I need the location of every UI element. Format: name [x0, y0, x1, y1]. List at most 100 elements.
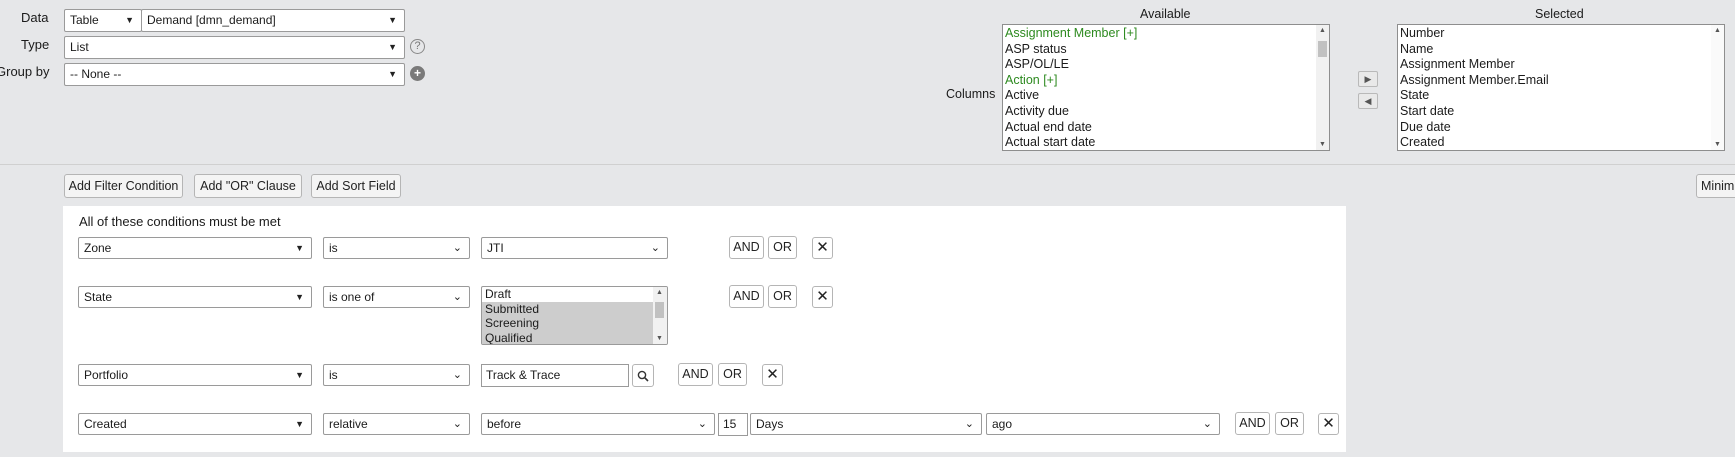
list-item[interactable]: ASP/OL/LE [1003, 57, 1329, 73]
list-item[interactable]: Actual end date [1003, 120, 1329, 136]
help-icon[interactable]: ? [410, 39, 425, 54]
list-item[interactable]: State [1398, 88, 1724, 104]
condition-field-select[interactable]: State ▼ [78, 286, 312, 308]
condition-field-value: Portfolio [84, 368, 129, 382]
lookup-button[interactable] [632, 364, 654, 387]
condition-operator-select[interactable]: is ⌄ [323, 364, 470, 386]
scroll-up-icon[interactable]: ▲ [1711, 27, 1724, 34]
and-button[interactable]: AND [1235, 412, 1270, 435]
relative-unit-select[interactable]: Days ⌄ [750, 413, 982, 435]
chevron-down-icon: ▼ [295, 292, 304, 302]
or-button[interactable]: OR [768, 236, 797, 259]
condition-field-select[interactable]: Portfolio ▼ [78, 364, 312, 386]
scroll-up-icon[interactable]: ▲ [653, 289, 666, 296]
scroll-thumb[interactable] [655, 302, 664, 318]
condition-field-select[interactable]: Zone ▼ [78, 237, 312, 259]
chevron-down-icon: ▼ [388, 69, 397, 79]
move-right-button[interactable]: ▶ [1358, 71, 1378, 87]
or-button[interactable]: OR [718, 363, 747, 386]
chevron-down-icon: ⌄ [452, 291, 462, 303]
list-item[interactable]: Active [1003, 88, 1329, 104]
data-table-select[interactable]: Demand [dmn_demand] ▼ [141, 9, 405, 32]
and-button[interactable]: AND [729, 236, 764, 259]
condition-operator-select[interactable]: is one of ⌄ [323, 286, 470, 308]
add-filter-condition-button[interactable]: Add Filter Condition [64, 174, 183, 198]
list-item[interactable]: Action [+] [1003, 73, 1329, 89]
chevron-down-icon: ⌄ [697, 418, 707, 430]
or-button[interactable]: OR [1275, 412, 1304, 435]
condition-operator-value: is [329, 241, 338, 255]
groupby-select[interactable]: -- None -- ▼ [64, 63, 405, 86]
list-item[interactable]: Start date [1398, 104, 1724, 120]
and-button[interactable]: AND [678, 363, 713, 386]
section-divider [0, 164, 1735, 165]
columns-label: Columns [946, 87, 996, 101]
list-item[interactable]: Screening [482, 316, 667, 331]
chevron-down-icon: ▼ [295, 419, 304, 429]
list-item[interactable]: Number [1398, 26, 1724, 42]
close-icon[interactable]: ✕ [762, 364, 783, 386]
scrollbar[interactable]: ▲ ▼ [1316, 25, 1329, 150]
scroll-up-icon[interactable]: ▲ [1316, 27, 1329, 34]
groupby-value: -- None -- [70, 67, 122, 81]
and-button[interactable]: AND [729, 285, 764, 308]
selected-heading: Selected [1535, 7, 1584, 21]
list-item[interactable]: Draft [482, 287, 667, 302]
list-item[interactable]: Name [1398, 42, 1724, 58]
add-sort-field-button[interactable]: Add Sort Field [311, 174, 401, 198]
reference-value-input[interactable]: Track & Trace [481, 364, 629, 387]
condition-value-select[interactable]: JTI ⌄ [481, 237, 668, 259]
list-item[interactable]: Assignment Member.Email [1398, 73, 1724, 89]
relative-direction-select[interactable]: before ⌄ [481, 413, 715, 435]
relative-direction-value: before [487, 417, 522, 431]
list-item[interactable]: Assignment Member [+] [1003, 26, 1329, 42]
list-item[interactable]: Qualified [482, 330, 667, 344]
state-multiselect[interactable]: Draft Submitted Screening Qualified ▲ ▼ [481, 286, 668, 345]
list-item[interactable]: Due date [1398, 120, 1724, 136]
list-item[interactable]: Actual start date [1003, 135, 1329, 150]
data-source-select[interactable]: Table ▼ [64, 9, 142, 32]
condition-field-select[interactable]: Created ▼ [78, 413, 312, 435]
available-heading: Available [1140, 7, 1191, 21]
scroll-down-icon[interactable]: ▼ [653, 335, 666, 342]
list-item[interactable]: Activity due [1003, 104, 1329, 120]
close-icon[interactable]: ✕ [812, 237, 833, 259]
condition-field-value: State [84, 290, 113, 304]
scroll-down-icon[interactable]: ▼ [1316, 141, 1329, 148]
type-label: Type [21, 37, 50, 52]
chevron-down-icon: ▼ [388, 42, 397, 52]
groupby-label: Group by [0, 64, 50, 79]
scrollbar[interactable]: ▲ ▼ [1711, 25, 1724, 150]
add-group-icon[interactable]: + [410, 66, 425, 81]
move-left-button[interactable]: ◀ [1358, 93, 1378, 109]
list-item[interactable]: Created [1398, 135, 1724, 150]
condition-operator-value: relative [329, 417, 368, 431]
chevron-down-icon: ▼ [125, 15, 134, 25]
chevron-down-icon: ▼ [295, 243, 304, 253]
condition-operator-select[interactable]: is ⌄ [323, 237, 470, 259]
scroll-thumb[interactable] [1318, 41, 1327, 57]
add-or-clause-button[interactable]: Add "OR" Clause [194, 174, 302, 198]
relative-suffix-value: ago [992, 417, 1013, 431]
type-select[interactable]: List ▼ [64, 36, 405, 59]
condition-operator-select[interactable]: relative ⌄ [323, 413, 470, 435]
condition-value: JTI [487, 241, 504, 255]
available-columns-list[interactable]: Assignment Member [+] ASP status ASP/OL/LE… [1002, 24, 1330, 151]
chevron-down-icon: ⌄ [452, 418, 462, 430]
condition-operator-value: is [329, 368, 338, 382]
close-icon[interactable]: ✕ [1318, 413, 1339, 435]
list-item[interactable]: ASP status [1003, 42, 1329, 58]
condition-operator-value: is one of [329, 290, 375, 304]
list-item[interactable]: Assignment Member [1398, 57, 1724, 73]
relative-suffix-select[interactable]: ago ⌄ [986, 413, 1220, 435]
or-button[interactable]: OR [768, 285, 797, 308]
list-item[interactable]: Submitted [482, 301, 667, 316]
scrollbar[interactable]: ▲ ▼ [653, 287, 667, 344]
relative-quantity-input[interactable]: 15 [718, 413, 748, 436]
selected-columns-list[interactable]: Number Name Assignment Member Assignment Me… [1397, 24, 1725, 151]
close-icon[interactable]: ✕ [812, 286, 833, 308]
search-icon [637, 370, 649, 382]
chevron-down-icon: ⌄ [964, 418, 974, 430]
scroll-down-icon[interactable]: ▼ [1711, 141, 1724, 148]
minimize-button[interactable]: Minim [1696, 174, 1735, 198]
